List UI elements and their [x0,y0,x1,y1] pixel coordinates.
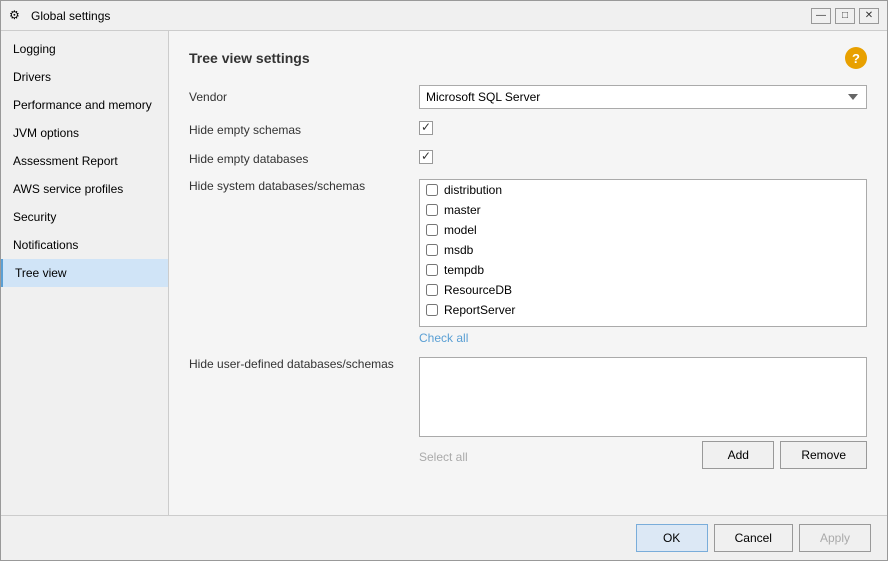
sidebar-item-treeview[interactable]: Tree view [1,259,168,287]
title-bar-left: ⚙ Global settings [9,8,110,24]
user-databases-list[interactable] [419,357,867,437]
list-item: model [420,220,866,240]
sidebar-item-security[interactable]: Security [1,203,168,231]
section-title-row: Tree view settings ? [189,47,867,69]
hide-empty-schemas-checkbox[interactable] [419,121,433,135]
ok-button[interactable]: OK [636,524,708,552]
system-item-label: model [444,223,477,237]
list-item: tempdb [420,260,866,280]
content-area: LoggingDriversPerformance and memoryJVM … [1,31,887,515]
sidebar-item-drivers[interactable]: Drivers [1,63,168,91]
system-item-checkbox[interactable] [426,224,438,236]
main-panel: Tree view settings ? Vendor Microsoft SQ… [169,31,887,515]
minimize-button[interactable]: — [811,8,831,24]
help-icon-button[interactable]: ? [845,47,867,69]
vendor-label: Vendor [189,90,419,104]
system-item-label: ReportServer [444,303,515,317]
close-button[interactable]: ✕ [859,8,879,24]
hide-system-label: Hide system databases/schemas [189,179,419,193]
hide-empty-databases-label: Hide empty databases [189,152,419,166]
system-databases-list[interactable]: distribution master model msdb tempdb Resourc… [419,179,867,327]
title-bar-controls: — □ ✕ [811,8,879,24]
section-title-text: Tree view settings [189,50,310,66]
system-item-label: distribution [444,183,502,197]
list-item: ResourceDB [420,280,866,300]
window-title: Global settings [31,9,110,23]
global-settings-window: ⚙ Global settings — □ ✕ LoggingDriversPe… [0,0,888,561]
sidebar-item-jvm[interactable]: JVM options [1,119,168,147]
hide-empty-databases-control [419,150,867,167]
hide-empty-schemas-control [419,121,867,138]
system-item-checkbox[interactable] [426,284,438,296]
select-all-link[interactable]: Select all [419,450,468,464]
list-item: master [420,200,866,220]
sidebar-item-performance[interactable]: Performance and memory [1,91,168,119]
add-button[interactable]: Add [702,441,774,469]
hide-user-label: Hide user-defined databases/schemas [189,357,419,371]
sidebar-item-assessment[interactable]: Assessment Report [1,147,168,175]
footer-bar: OK Cancel Apply [1,515,887,560]
vendor-dropdown[interactable]: Microsoft SQL ServerMySQLPostgreSQLOracl… [419,85,867,109]
sidebar-item-notifications[interactable]: Notifications [1,231,168,259]
hide-empty-schemas-label: Hide empty schemas [189,123,419,137]
hide-system-row: Hide system databases/schemas distributi… [189,179,867,345]
vendor-control: Microsoft SQL ServerMySQLPostgreSQLOracl… [419,85,867,109]
system-item-label: msdb [444,243,473,257]
sidebar-item-logging[interactable]: Logging [1,35,168,63]
app-icon: ⚙ [9,8,25,24]
list-item: msdb [420,240,866,260]
maximize-button[interactable]: □ [835,8,855,24]
system-item-checkbox[interactable] [426,184,438,196]
system-item-checkbox[interactable] [426,204,438,216]
remove-button[interactable]: Remove [780,441,867,469]
sidebar-item-aws[interactable]: AWS service profiles [1,175,168,203]
title-bar: ⚙ Global settings — □ ✕ [1,1,887,31]
sidebar: LoggingDriversPerformance and memoryJVM … [1,31,169,515]
system-item-checkbox[interactable] [426,244,438,256]
list-item: distribution [420,180,866,200]
list-item: ReportServer [420,300,866,320]
cancel-button[interactable]: Cancel [714,524,793,552]
system-item-checkbox[interactable] [426,264,438,276]
check-all-link[interactable]: Check all [419,331,468,345]
system-item-label: master [444,203,481,217]
apply-button[interactable]: Apply [799,524,871,552]
system-item-checkbox[interactable] [426,304,438,316]
hide-user-control: Select all Add Remove [419,357,867,469]
vendor-row: Vendor Microsoft SQL ServerMySQLPostgreS… [189,85,867,109]
hide-empty-databases-row: Hide empty databases [189,150,867,167]
system-item-label: tempdb [444,263,484,277]
system-item-label: ResourceDB [444,283,512,297]
hide-system-control: distribution master model msdb tempdb Resourc… [419,179,867,345]
hide-user-row: Hide user-defined databases/schemas Sele… [189,357,867,469]
hide-empty-schemas-row: Hide empty schemas [189,121,867,138]
hide-empty-databases-checkbox[interactable] [419,150,433,164]
